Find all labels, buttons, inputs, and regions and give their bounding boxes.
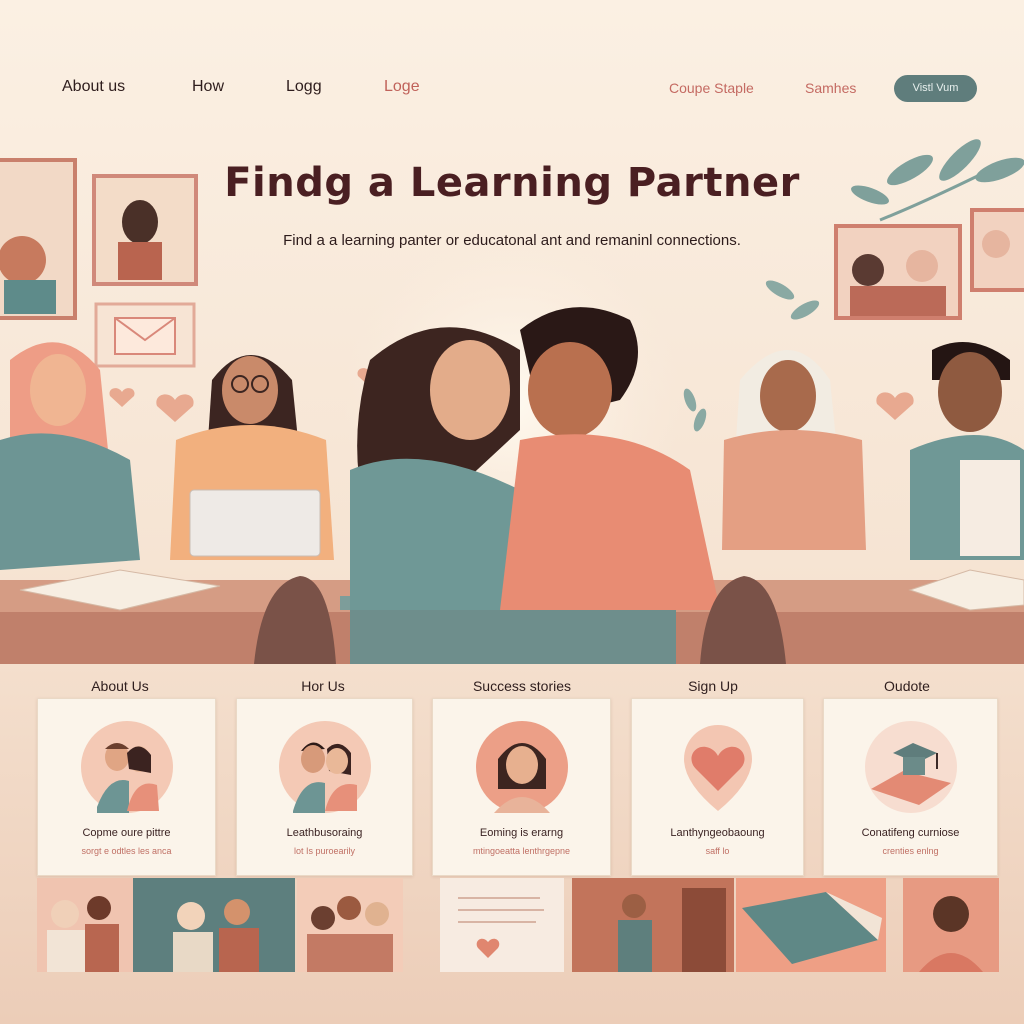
couple-icon xyxy=(277,719,373,815)
feature-card-sign-up[interactable]: Lanthyngeobaoung saff lo xyxy=(631,698,804,876)
feature-card-how[interactable]: Leathbusoraing lot Is puroearily xyxy=(236,698,413,876)
feature-card-success-stories[interactable]: Eoming is erarng mtingoeatta lenthrgepne xyxy=(432,698,611,876)
nav-link-about-us[interactable]: About us xyxy=(62,78,125,96)
card-caption: saff lo xyxy=(705,846,730,856)
card-title: Conatifeng curniose xyxy=(861,827,960,839)
gallery-photo-5[interactable] xyxy=(572,878,734,972)
gallery-photo-7[interactable] xyxy=(903,878,999,972)
gallery-photo-2[interactable] xyxy=(133,878,295,972)
couple-icon xyxy=(79,719,175,815)
section-label-success-stories[interactable]: Success stories xyxy=(442,678,602,694)
section-label-oudote[interactable]: Oudote xyxy=(827,678,987,694)
hero-title: Findg a Learning Partner xyxy=(224,160,800,206)
person-icon xyxy=(474,719,570,815)
envelope-frame xyxy=(94,302,196,368)
section-label-about-us[interactable]: About Us xyxy=(40,678,200,694)
nav-link-samhes[interactable]: Samhes xyxy=(805,80,856,96)
student-right-man xyxy=(910,342,1024,560)
gallery-photo-6[interactable] xyxy=(736,878,886,972)
student-left-glasses xyxy=(170,355,334,560)
card-caption: mtingoeatta lenthrgepne xyxy=(472,846,571,856)
gallery-photo-4[interactable] xyxy=(440,878,564,972)
nav-link-how[interactable]: How xyxy=(192,78,224,96)
card-caption: crenties enlng xyxy=(882,846,939,856)
section-label-sign-up[interactable]: Sign Up xyxy=(633,678,793,694)
nav-link-coupe-staple[interactable]: Coupe Staple xyxy=(669,80,754,96)
card-title: Copme oure pittre xyxy=(82,827,171,839)
gallery-photo-3[interactable] xyxy=(297,878,403,972)
student-right-white-hair xyxy=(722,350,866,550)
card-caption: lot Is puroearily xyxy=(293,846,356,856)
card-title: Lanthyngeobaoung xyxy=(670,827,765,839)
graduation-cap-icon xyxy=(863,719,959,815)
nav-link-logg[interactable]: Logg xyxy=(286,78,322,96)
feature-card-oudote[interactable]: Conatifeng curniose crenties enlng xyxy=(823,698,998,876)
feature-card-about[interactable]: Copme oure pittre sorgt e odtles les anc… xyxy=(37,698,216,876)
card-title: Leathbusoraing xyxy=(286,827,363,839)
card-title: Eoming is erarng xyxy=(479,827,564,839)
card-caption: sorgt e odtles les anca xyxy=(81,846,172,856)
heart-icon xyxy=(670,719,766,815)
gallery-photo-1[interactable] xyxy=(37,878,133,972)
hero-subtitle: Find a a learning panter or educatonal a… xyxy=(283,232,741,249)
nav-link-loge[interactable]: Loge xyxy=(384,78,420,96)
student-left-blonde xyxy=(0,342,140,570)
wall-frame-right-2 xyxy=(970,208,1024,292)
section-label-hor-us[interactable]: Hor Us xyxy=(243,678,403,694)
visit-button[interactable]: Vistl Vum xyxy=(894,75,977,102)
